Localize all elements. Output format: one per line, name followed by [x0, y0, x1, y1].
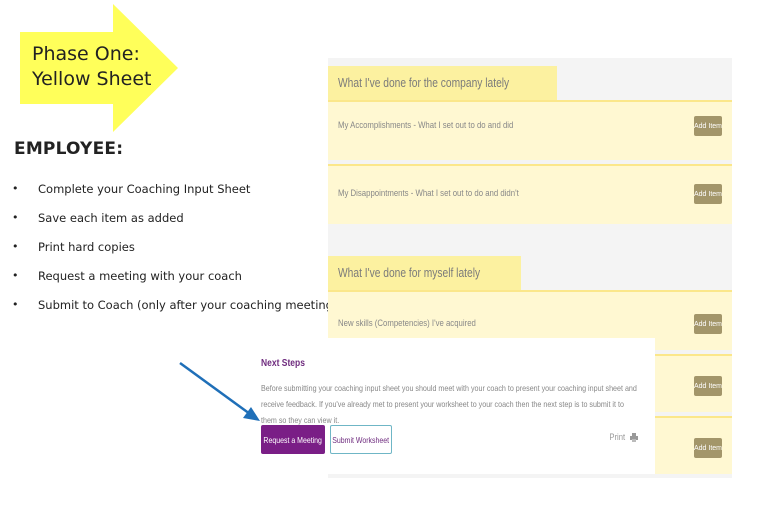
phase-line-1: Phase One:	[32, 43, 140, 65]
row-label: My Accomplishments - What I set out to d…	[338, 120, 514, 131]
step-item: • Complete your Coaching Input Sheet	[12, 182, 337, 211]
submit-worksheet-button[interactable]: Submit Worksheet	[330, 425, 392, 454]
section-title-myself: What I've done for myself lately	[328, 256, 522, 290]
employee-heading: EMPLOYEE:	[14, 139, 124, 159]
add-item-button[interactable]: Add Item	[694, 438, 722, 458]
print-label: Print	[609, 432, 626, 442]
bullet-icon: •	[12, 211, 19, 224]
request-meeting-button[interactable]: Request a Meeting	[261, 425, 325, 454]
request-meeting-label: Request a Meeting	[263, 434, 323, 445]
step-text: Print hard copies	[38, 240, 135, 254]
bullet-icon: •	[12, 182, 19, 195]
add-item-button[interactable]: Add Item	[694, 184, 722, 204]
printer-icon	[629, 432, 638, 442]
bullet-icon: •	[12, 298, 19, 311]
add-item-button[interactable]: Add Item	[694, 376, 722, 396]
add-item-button[interactable]: Add Item	[694, 116, 722, 136]
phase-label: Phase One: Yellow Sheet	[32, 42, 151, 92]
disappointments-row: My Disappointments - What I set out to d…	[328, 164, 732, 224]
row-label: My Disappointments - What I set out to d…	[338, 188, 519, 199]
pointer-arrow-icon	[179, 361, 260, 421]
row-label: New skills (Competencies) I've acquired	[338, 318, 476, 329]
step-text: Submit to Coach (only after your coachin…	[38, 298, 338, 312]
next-steps-description: Before submitting your coaching input sh…	[261, 383, 637, 425]
next-steps-title: Next Steps	[261, 358, 305, 369]
employee-steps-list: • Complete your Coaching Input Sheet • Sav…	[12, 182, 337, 327]
add-item-button[interactable]: Add Item	[694, 314, 722, 334]
step-item: • Save each item as added	[12, 211, 337, 240]
accomplishments-row: My Accomplishments - What I set out to d…	[328, 100, 732, 160]
step-item: • Print hard copies	[12, 240, 337, 269]
step-text: Request a meeting with your coach	[38, 269, 242, 283]
bullet-icon: •	[12, 240, 19, 253]
section-title-company: What I've done for the company lately	[328, 66, 557, 100]
section-title-text: What I've done for the company lately	[338, 76, 510, 90]
bullet-icon: •	[12, 269, 19, 282]
step-text: Complete your Coaching Input Sheet	[38, 182, 251, 196]
step-text: Save each item as added	[38, 211, 184, 225]
submit-worksheet-label: Submit Worksheet	[332, 434, 390, 445]
print-link[interactable]: Print	[608, 432, 638, 442]
next-steps-card: Next Steps Before submitting your coachi…	[253, 338, 655, 474]
section-title-text: What I've done for myself lately	[338, 266, 481, 280]
step-item: • Request a meeting with your coach	[12, 269, 337, 298]
step-item: • Submit to Coach (only after your coachi…	[12, 298, 337, 327]
phase-line-2: Yellow Sheet	[32, 68, 152, 90]
